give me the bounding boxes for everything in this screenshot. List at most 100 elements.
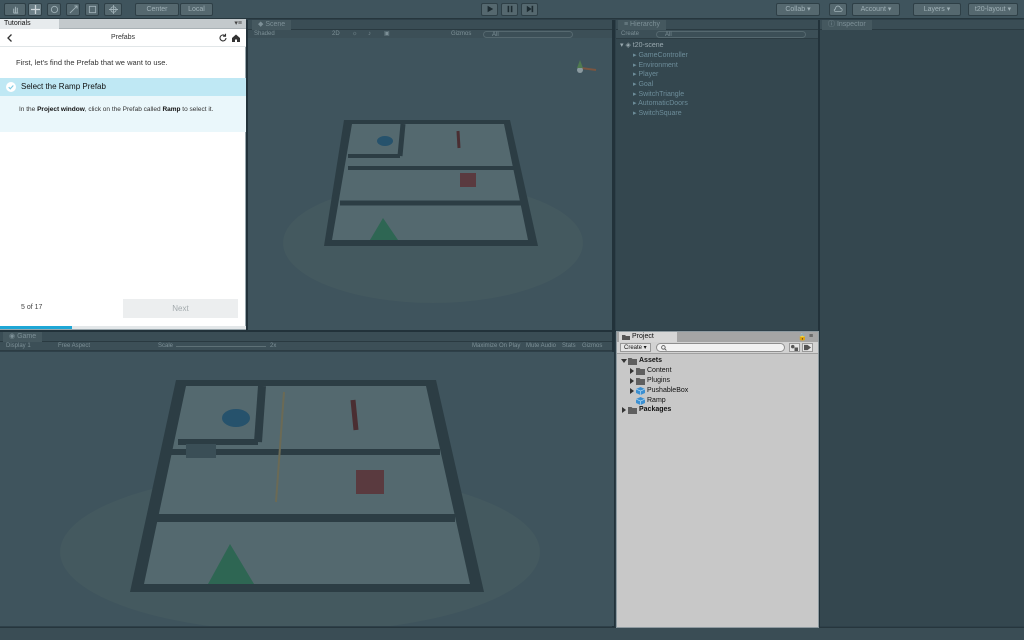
hierarchy-search-input[interactable]: All xyxy=(656,31,806,38)
hierarchy-item[interactable]: ▸ SwitchTriangle xyxy=(633,90,684,98)
filter-by-type-button[interactable] xyxy=(789,343,800,352)
cloud-icon xyxy=(833,5,843,12)
tab-tutorials[interactable]: Tutorials xyxy=(0,19,59,29)
layers-dropdown[interactable]: Layers ▾ xyxy=(913,3,961,16)
tree-item-plugins[interactable]: Plugins xyxy=(617,376,817,386)
project-tab-bar: Project 🔒 ≡ xyxy=(617,332,818,342)
collab-dropdown[interactable]: Collab ▾ xyxy=(776,3,820,16)
prefab-icon xyxy=(636,397,645,405)
chevron-right-icon[interactable] xyxy=(629,378,635,384)
chevron-down-icon[interactable] xyxy=(621,358,627,364)
rect-icon xyxy=(88,5,96,14)
tree-item-packages[interactable]: Packages xyxy=(617,405,817,415)
pause-icon xyxy=(507,5,512,13)
aspect-dropdown[interactable]: Free Aspect xyxy=(58,342,90,351)
play-icon xyxy=(487,5,493,13)
folder-tab-icon xyxy=(622,335,630,340)
rect-tool-button[interactable] xyxy=(85,3,99,16)
restart-button[interactable] xyxy=(218,33,228,43)
hierarchy-item-label: SwitchSquare xyxy=(638,110,682,117)
chevron-right-icon[interactable] xyxy=(629,368,635,374)
collab-label: Collab xyxy=(785,6,806,13)
hierarchy-item[interactable]: ▸ Environment xyxy=(633,61,678,69)
hierarchy-item-label: AutomaticDoors xyxy=(638,100,688,107)
tutorials-window: Tutorials ▾≡ Prefabs First, let's find t… xyxy=(0,19,246,330)
filter-by-label-button[interactable] xyxy=(802,343,813,352)
scale-tool-button[interactable] xyxy=(66,3,80,16)
hierarchy-item[interactable]: ▸ Goal xyxy=(633,80,653,88)
tutorials-tab-bar: Tutorials ▾≡ xyxy=(0,19,246,29)
hierarchy-create-button[interactable]: Create xyxy=(621,30,639,39)
game-tab-bar: ◉ Game xyxy=(0,332,612,342)
instruction-part: In the xyxy=(19,106,38,113)
stats-toggle[interactable]: Stats xyxy=(562,342,576,351)
hierarchy-item-label: SwitchTriangle xyxy=(638,91,685,98)
display-dropdown[interactable]: Display 1 xyxy=(6,342,31,351)
instruction-highlight: Project window xyxy=(37,106,85,113)
tutorial-progress-text: 5 of 17 xyxy=(21,304,43,311)
lock-icon[interactable]: 🔒 xyxy=(798,333,807,341)
transform-tool-button[interactable] xyxy=(104,3,122,16)
mute-audio-toggle[interactable]: Mute Audio xyxy=(526,342,556,351)
project-search-input[interactable] xyxy=(656,343,785,352)
game-level-render xyxy=(60,380,540,626)
folder-icon xyxy=(636,378,645,385)
tree-label: Content xyxy=(647,367,672,374)
tree-item-content[interactable]: Content xyxy=(617,366,817,376)
hierarchy-scene-root[interactable]: ▾ ◈ t20-scene xyxy=(620,41,664,49)
check-circle-icon xyxy=(6,82,16,92)
rotate-icon xyxy=(50,5,58,14)
tag-icon xyxy=(804,344,811,351)
scale-slider[interactable] xyxy=(176,346,266,347)
info-icon: ⓘ xyxy=(828,21,837,28)
tab-game[interactable]: ◉ Game xyxy=(3,332,43,342)
window-menu-icon[interactable]: ≡ xyxy=(809,332,813,342)
home-button[interactable] xyxy=(231,33,241,43)
hierarchy-item[interactable]: ▸ AutomaticDoors xyxy=(633,99,688,107)
hierarchy-item[interactable]: ▸ SwitchSquare xyxy=(633,109,682,117)
project-create-button[interactable]: Create ▾ xyxy=(620,343,651,352)
chevron-right-icon[interactable] xyxy=(629,388,635,394)
instruction-part: to select it. xyxy=(180,106,214,113)
folder-icon xyxy=(628,407,637,414)
prefab-icon xyxy=(636,387,645,395)
account-label: Account xyxy=(860,6,886,13)
pause-button[interactable] xyxy=(501,3,518,16)
hand-tool-button[interactable] xyxy=(4,3,26,16)
game-gizmos-dropdown[interactable]: Gizmos xyxy=(582,342,602,351)
hierarchy-item-label: Goal xyxy=(638,81,654,88)
move-icon xyxy=(30,5,40,14)
scene-search-input[interactable]: All xyxy=(483,31,573,38)
account-dropdown[interactable]: Account ▾ xyxy=(852,3,900,16)
hierarchy-item[interactable]: ▸ GameController xyxy=(633,51,688,59)
step-button[interactable] xyxy=(521,3,538,16)
layers-label: Layers xyxy=(923,6,945,13)
tree-label: PushableBox xyxy=(647,387,689,394)
game-viewport[interactable] xyxy=(0,352,614,626)
window-menu-icon[interactable]: ▾≡ xyxy=(234,19,242,29)
tree-item-pushablebox[interactable]: PushableBox xyxy=(617,386,817,396)
cloud-button[interactable] xyxy=(829,3,847,16)
hierarchy-item[interactable]: ▸ Player xyxy=(633,70,658,78)
pivot-toggle[interactable]: Center xyxy=(135,3,179,16)
scene-level-render xyxy=(283,60,597,303)
tab-scene[interactable]: ◆ Scene xyxy=(252,20,292,30)
next-button[interactable]: Next xyxy=(123,299,238,318)
space-toggle[interactable]: Local xyxy=(180,3,213,16)
rotate-tool-button[interactable] xyxy=(47,3,61,16)
scene-root-label: t20-scene xyxy=(632,42,664,49)
layout-dropdown[interactable]: t20-layout ▾ xyxy=(968,3,1018,16)
maximize-on-play-toggle[interactable]: Maximize On Play xyxy=(472,342,520,351)
scene-viewport[interactable] xyxy=(248,38,612,331)
folder-icon xyxy=(628,358,637,365)
tab-inspector[interactable]: ⓘ Inspector xyxy=(822,20,872,30)
tab-project[interactable]: Project xyxy=(619,332,677,342)
tab-hierarchy[interactable]: ≡ Hierarchy xyxy=(618,20,666,30)
layout-label: t20-layout xyxy=(974,6,1006,13)
tutorial-step-title: Select the Ramp Prefab xyxy=(21,82,106,91)
game-icon: ◉ xyxy=(9,333,18,340)
tree-item-assets[interactable]: Assets xyxy=(617,356,817,366)
move-tool-button[interactable] xyxy=(28,3,42,16)
play-button[interactable] xyxy=(481,3,498,16)
chevron-right-icon[interactable] xyxy=(621,407,627,413)
